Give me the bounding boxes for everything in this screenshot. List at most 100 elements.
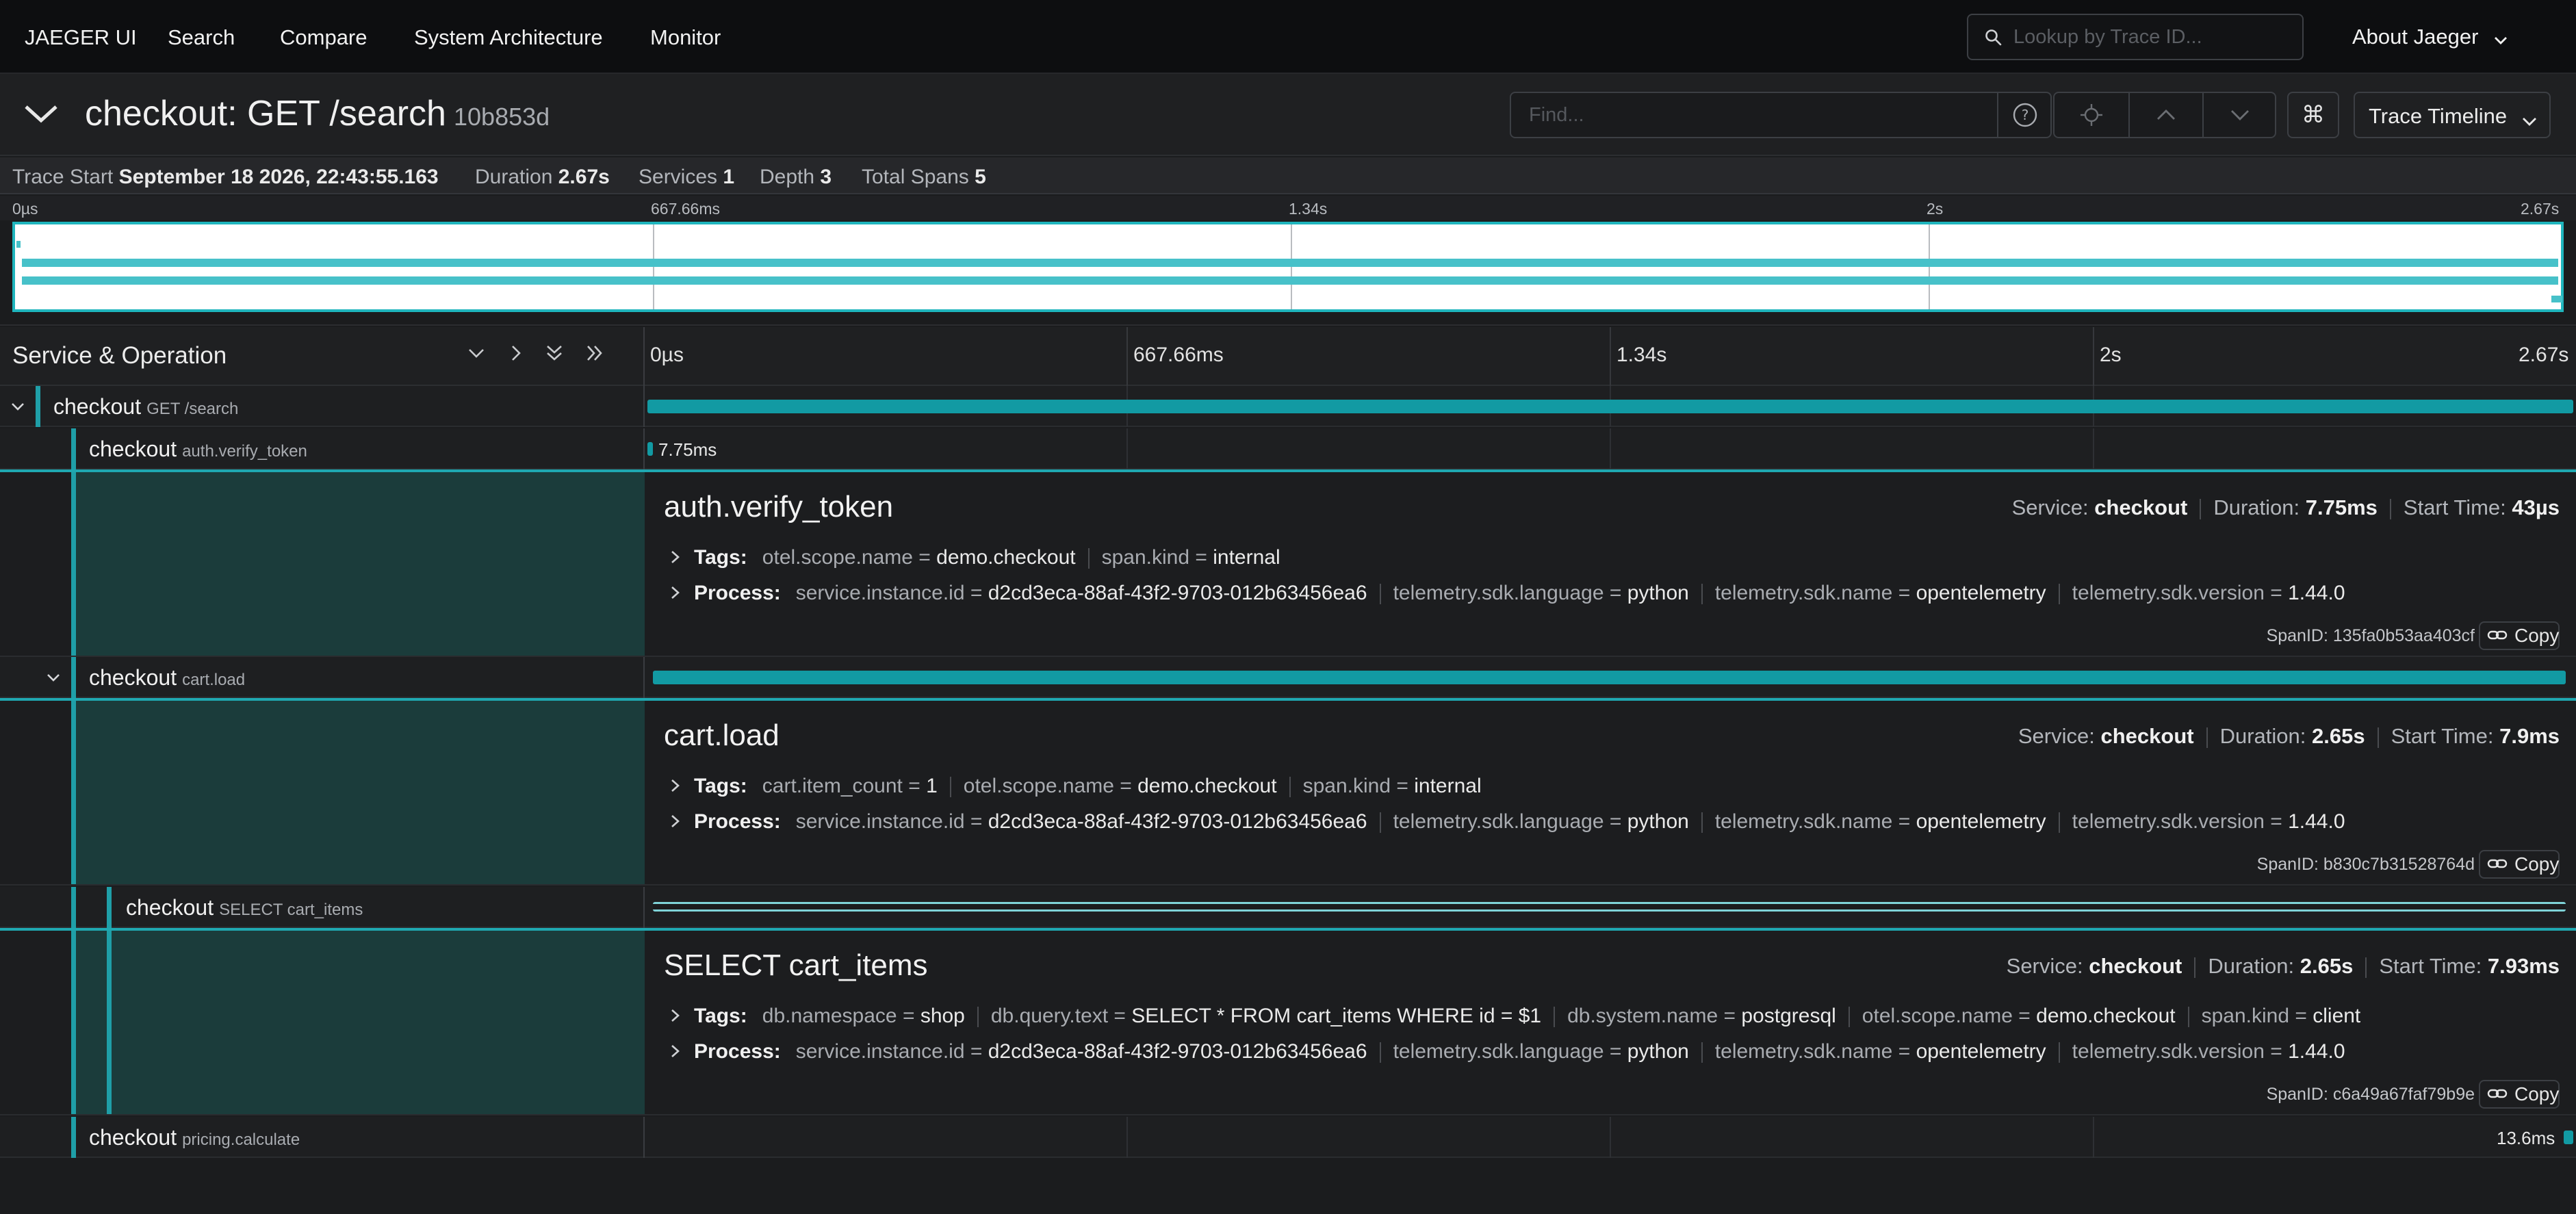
- service-color-bar: [71, 657, 76, 698]
- span-duration-label: 13.6ms: [2497, 1128, 2555, 1148]
- trace-id-lookup-input[interactable]: Lookup by Trace ID...: [1967, 14, 2304, 60]
- copy-span-id-button[interactable]: Copy: [2479, 621, 2560, 650]
- minimap-tick: 1.34s: [1289, 200, 1328, 218]
- meta-service: checkout: [2089, 954, 2182, 978]
- span-operation: auth.verify_token: [182, 442, 307, 461]
- timeline-tick: 1.34s: [1617, 344, 1667, 366]
- top-navbar: JAEGER UI Search Compare System Architec…: [0, 0, 2576, 74]
- process-row[interactable]: Process: service.instance.id = d2cd3eca-8…: [669, 582, 2355, 606]
- about-jaeger-label: About Jaeger: [2352, 25, 2479, 49]
- meta-label: Service:: [2018, 724, 2095, 748]
- tag-value: 1: [926, 775, 938, 797]
- collapse-trace-chevron-icon[interactable]: [22, 101, 60, 131]
- detail-left-area: [0, 472, 645, 656]
- process-row[interactable]: Process: service.instance.id = d2cd3eca-8…: [669, 810, 2355, 834]
- service-color-bar: [107, 931, 112, 1114]
- span-name-cell[interactable]: checkout GET /search: [0, 386, 645, 427]
- span-row[interactable]: checkout SELECT cart_items: [0, 887, 2576, 928]
- link-icon: [2487, 625, 2508, 647]
- span-service: checkout: [89, 437, 177, 461]
- span-service-label: checkout pricing.calculate: [89, 1125, 300, 1150]
- span-detail-meta: Service: checkout Duration: 2.65s Start Ti…: [2007, 954, 2560, 979]
- tag-value: shop: [920, 1005, 965, 1027]
- chevron-right-icon[interactable]: [669, 547, 686, 570]
- meta-label: Duration:: [2213, 495, 2300, 519]
- minimap-footer: [0, 315, 2576, 326]
- timeline-gridline: [2093, 1117, 2094, 1158]
- chevron-right-icon[interactable]: [669, 811, 686, 834]
- command-icon: ⌘: [2302, 102, 2325, 128]
- span-bar[interactable]: [647, 442, 654, 456]
- copy-label: Copy: [2514, 1083, 2560, 1105]
- chevron-right-icon[interactable]: [669, 1041, 686, 1064]
- trace-spans-value: 5: [975, 166, 986, 188]
- brand-logo[interactable]: JAEGER UI: [25, 25, 137, 51]
- span-bar[interactable]: [653, 902, 2566, 912]
- svg-text:?: ?: [2022, 107, 2029, 123]
- copy-label: Copy: [2514, 853, 2560, 875]
- process-key: service.instance.id: [795, 810, 965, 833]
- meta-label: Duration:: [2219, 724, 2306, 748]
- chevron-down-icon: [2494, 26, 2508, 51]
- trace-minimap[interactable]: [12, 222, 2564, 312]
- span-service-label: checkout auth.verify_token: [89, 437, 307, 462]
- span-name-cell[interactable]: checkout cart.load: [0, 657, 645, 698]
- chevron-right-icon[interactable]: [669, 775, 686, 799]
- keyboard-shortcuts-button[interactable]: ⌘: [2287, 92, 2339, 138]
- span-row[interactable]: checkout GET /search: [0, 386, 2576, 427]
- meta-start-time: 7.93ms: [2487, 954, 2560, 978]
- process-value: opentelemetry: [1916, 582, 2046, 604]
- chevron-up-icon[interactable]: [2128, 93, 2202, 137]
- tags-label: Tags:: [694, 546, 747, 569]
- nav-monitor[interactable]: Monitor: [650, 25, 721, 51]
- chevron-down-icon[interactable]: [2202, 93, 2276, 137]
- trace-find-input[interactable]: Find... ?: [1510, 92, 2052, 138]
- service-color-bar: [71, 887, 76, 928]
- chevron-down-icon[interactable]: [45, 668, 62, 691]
- help-icon[interactable]: ?: [1997, 93, 2052, 137]
- copy-span-id-button[interactable]: Copy: [2479, 1080, 2560, 1109]
- process-row[interactable]: Process: service.instance.id = d2cd3eca-8…: [669, 1040, 2355, 1064]
- tag-key: otel.scope.name: [963, 775, 1114, 797]
- timeline-gridline: [2093, 428, 2094, 469]
- span-bar[interactable]: [647, 400, 2573, 413]
- trace-spans-label: Total Spans: [862, 166, 969, 188]
- span-name-cell[interactable]: checkout auth.verify_token: [0, 428, 645, 469]
- nav-compare[interactable]: Compare: [280, 25, 368, 51]
- span-name-cell[interactable]: checkout SELECT cart_items: [0, 887, 645, 928]
- tags-row[interactable]: Tags: db.namespace = shop db.query.text = …: [669, 1005, 2370, 1029]
- trace-view-select[interactable]: Trace Timeline: [2354, 92, 2551, 138]
- span-row[interactable]: checkout cart.load: [0, 657, 2576, 698]
- span-bar[interactable]: [653, 671, 2566, 684]
- chevron-down-icon[interactable]: [10, 397, 26, 420]
- tag-key: otel.scope.name: [762, 546, 913, 569]
- chevron-right-icon[interactable]: [669, 1005, 686, 1029]
- span-name-cell[interactable]: checkout pricing.calculate: [0, 1117, 645, 1158]
- about-jaeger-menu[interactable]: About Jaeger: [2352, 25, 2508, 51]
- meta-service: checkout: [2100, 724, 2194, 748]
- column-resizer[interactable]: [643, 327, 645, 386]
- span-row[interactable]: checkout auth.verify_token 7.75ms: [0, 428, 2576, 469]
- minimap-tick: 2.67s: [2521, 200, 2560, 218]
- service-color-bar: [71, 472, 76, 656]
- locate-icon[interactable]: [2055, 93, 2128, 137]
- collapse-one-icon[interactable]: [465, 342, 487, 370]
- minimap-gridline: [1929, 224, 1930, 309]
- chevron-right-icon[interactable]: [669, 582, 686, 606]
- span-row[interactable]: checkout pricing.calculate 13.6ms: [0, 1117, 2576, 1158]
- expand-one-icon[interactable]: [505, 342, 527, 370]
- lookup-placeholder: Lookup by Trace ID...: [2013, 26, 2202, 48]
- nav-system-architecture[interactable]: System Architecture: [414, 25, 603, 51]
- meta-service: checkout: [2094, 495, 2188, 519]
- service-color-bar: [36, 386, 40, 427]
- nav-search[interactable]: Search: [168, 25, 235, 51]
- minimap-gridline: [1291, 224, 1292, 309]
- tags-row[interactable]: Tags: otel.scope.name = demo.checkout span…: [669, 546, 1290, 570]
- span-bar[interactable]: [2563, 1131, 2573, 1144]
- copy-span-id-button[interactable]: Copy: [2479, 850, 2560, 879]
- expand-all-icon[interactable]: [584, 342, 606, 370]
- timeline-tick: 667.66ms: [1133, 344, 1224, 366]
- collapse-all-icon[interactable]: [543, 342, 565, 370]
- span-service-label: checkout cart.load: [89, 665, 245, 690]
- tags-row[interactable]: Tags: cart.item_count = 1 otel.scope.name …: [669, 775, 1491, 799]
